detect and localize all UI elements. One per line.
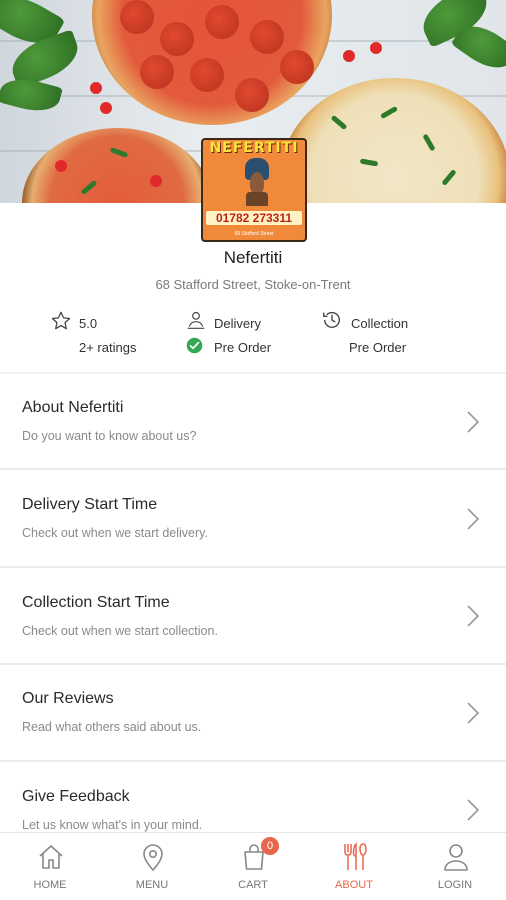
rating-value: 5.0 [79,316,98,331]
check-circle-icon [186,337,203,359]
nav-label: HOME [33,879,67,891]
nav-label: LOGIN [437,879,473,891]
logo-phone: 01782 273311 [206,211,302,225]
nav-menu[interactable]: MENU [102,833,202,900]
nav-label: CART [238,879,268,891]
nav-home[interactable]: HOME [0,833,100,900]
logo-subtext: 68 Stafford Street [234,231,274,237]
logo-title: NEFERTITI [209,140,299,156]
list-item-title: Collection Start Time [22,594,170,611]
list-item-collection-start-time[interactable]: Collection Start Time Check out when we … [0,568,506,663]
map-pin-icon [137,841,169,873]
nav-cart[interactable]: 0 CART [203,833,303,900]
cart-count-badge: 0 [261,837,279,855]
chevron-right-icon [466,507,480,536]
list-item-delivery-start-time[interactable]: Delivery Start Time Check out when we st… [0,470,506,566]
clock-history-icon [321,309,343,336]
nav-about[interactable]: ABOUT [304,833,404,900]
restaurant-address: 68 Stafford Street, Stoke-on-Trent [155,277,351,292]
collection-label: Collection [351,316,409,331]
bottom-nav: HOME MENU 0 CART ABOUT LOGIN [0,832,506,900]
collection-status: Pre Order [349,340,407,355]
nav-login[interactable]: LOGIN [405,833,505,900]
chevron-right-icon [466,604,480,633]
list-item-about[interactable]: About Nefertiti Do you want to know abou… [0,374,506,469]
list-item-subtitle: Check out when we start delivery. [22,526,208,540]
delivery-icon [186,310,206,335]
nefertiti-bust-icon [241,158,273,206]
star-icon [50,310,72,337]
list-item-subtitle: Read what others said about us. [22,720,202,734]
list-item-subtitle: Check out when we start collection. [22,624,218,638]
restaurant-name: Nefertiti [223,248,283,267]
rating-count: 2+ ratings [79,340,137,355]
list-item-title: About Nefertiti [22,399,124,416]
nav-label: MENU [135,879,169,891]
nav-label: ABOUT [335,879,373,891]
list-item-title: Give Feedback [22,788,130,805]
cutlery-icon [339,841,371,873]
list-item-title: Delivery Start Time [22,496,158,513]
home-icon [35,841,67,873]
chevron-right-icon [466,798,480,827]
delivery-status: Pre Order [214,340,272,355]
list-item-give-feedback[interactable]: Give Feedback Let us know what's in your… [0,762,506,832]
chevron-right-icon [466,701,480,730]
list-item-title: Our Reviews [22,690,114,707]
list-item-our-reviews[interactable]: Our Reviews Read what others said about … [0,665,506,760]
delivery-label: Delivery [214,316,261,331]
restaurant-logo: NEFERTITI 01782 273311 68 Stafford Stree… [201,138,307,242]
list-item-subtitle: Do you want to know about us? [22,429,197,443]
list-item-subtitle: Let us know what's in your mind. [22,818,203,832]
chevron-right-icon [466,410,480,439]
user-icon [440,841,472,873]
